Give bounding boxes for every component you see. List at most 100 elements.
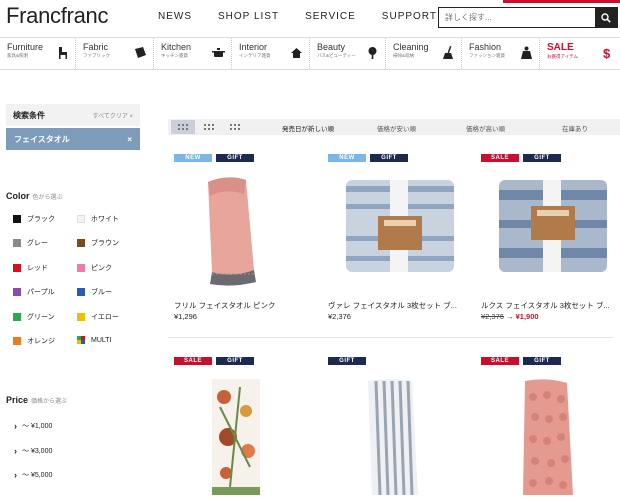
nav-shop-list[interactable]: SHOP LIST [218,11,279,22]
category-cleaning[interactable]: Cleaning 掃除&収納 [386,38,462,69]
search-button[interactable] [595,8,617,27]
product-image-towel-set [346,180,454,272]
color-swatch [13,337,21,345]
header-accent-bar [503,0,620,3]
color-swatch-label: グリーン [27,313,55,321]
product-image-frill-towel [208,177,256,286]
product-price: ¥1,296 [174,312,197,321]
mirror-icon [368,47,377,59]
nav-support[interactable]: SUPPORT [382,11,437,22]
sale-badge: SALE [481,357,519,365]
original-price: ¥2,376 [481,312,504,321]
grid-icon [178,124,188,130]
color-swatch-option[interactable]: グレー [13,238,48,248]
search-icon [601,12,611,23]
gift-badge: GIFT [523,154,561,162]
nav-service[interactable]: SERVICE [305,11,356,22]
new-badge: NEW [174,154,212,162]
color-swatch-label: レッド [27,264,48,272]
chevron-right-icon: › [14,421,17,431]
category-bar: Furniture 家具&照明 Fabric ファブリック Kitchen キッ… [0,37,620,70]
color-swatch-label: イエロー [91,313,119,321]
product-card[interactable]: GIFT [328,357,470,497]
product-name[interactable]: フリル フェイスタオル ピンク [174,300,275,311]
person-icon [521,46,532,59]
color-swatch-option[interactable]: ピンク [77,263,112,273]
remove-filter-icon[interactable]: × [127,135,132,144]
category-fashion[interactable]: Fashion ファッション雑貨 [462,38,540,69]
chair-icon [59,47,67,59]
price-option-label: ～ ¥3,000 [22,448,53,455]
sort-price-high[interactable]: 価格が高い順 [466,123,505,133]
color-swatch-option[interactable]: レッド [13,263,48,273]
product-badges: SALE GIFT [481,357,565,365]
color-swatch-option[interactable]: グリーン [13,312,55,322]
product-name[interactable]: ルクス フェイスタオル 3枚セット ブ... [481,300,610,311]
price-section-title: Price 価格から選ぶ [6,395,67,405]
dollar-icon: $ [603,46,611,59]
category-interior[interactable]: Interior インテリア雑貨 [232,38,310,69]
color-swatch-label: オレンジ [27,338,55,345]
color-swatch-option[interactable]: オレンジ [13,336,55,346]
color-swatch [77,336,85,344]
category-sale[interactable]: SALE お買得アイテム $ [540,38,620,69]
color-swatch-label: MULTI [91,336,112,344]
color-swatch-option[interactable]: イエロー [77,312,119,322]
color-swatch-option[interactable]: ブラック [13,214,55,224]
compact-view-toggle[interactable] [223,120,247,134]
product-badges: NEW GIFT [174,154,258,162]
color-swatch [13,215,21,223]
gift-badge: GIFT [216,154,254,162]
color-swatch [77,215,85,223]
sale-price: ¥1,900 [515,312,539,321]
color-swatch-label: ブラウン [91,240,119,248]
color-swatch-option[interactable]: ホワイト [77,214,119,224]
color-swatch [13,239,21,248]
francfranc-logo[interactable]: Francfranc [6,3,108,29]
product-card[interactable]: SALE GIFT [481,357,620,497]
sort-in-stock[interactable]: 在庫あり [562,123,588,133]
gift-badge: GIFT [328,357,366,365]
product-card[interactable]: SALE GIFT ルクス フェイスタオル 3枚セット ブ... ¥2,376 … [481,154,620,324]
product-card[interactable]: NEW GIFT フリル フェイスタオル ピンク ¥1,296 [174,154,316,324]
product-card[interactable]: NEW GIFT ヴァレ フェイスタオル 3枚セット ブ... ¥2,376 [328,154,470,324]
category-beauty[interactable]: Beauty バス&ビューティー [310,38,386,69]
color-swatch-option[interactable]: ブラウン [77,238,119,248]
grid-view-toggle[interactable] [171,120,195,134]
clear-all-link[interactable]: すべてクリア × [92,111,133,120]
color-swatch-option[interactable]: MULTI [77,336,111,344]
svg-text:$: $ [603,46,611,59]
active-filter-chip[interactable]: フェイスタオル × [6,128,140,150]
price-option[interactable]: › ～ ¥5,000 [14,470,52,480]
product-name[interactable]: ヴァレ フェイスタオル 3枚セット ブ... [328,300,457,311]
color-swatch-label: ブラック [27,216,55,223]
sort-price-low[interactable]: 価格が安い順 [377,123,416,133]
category-kitchen[interactable]: Kitchen キッチン雑貨 [154,38,232,69]
fabric-icon [135,47,146,58]
color-swatch-option[interactable]: パープル [13,287,55,297]
color-swatch [77,312,85,321]
color-swatch-option[interactable]: ブルー [77,287,112,297]
search-conditions-header: 検索条件 すべてクリア × [6,104,140,126]
color-swatch [77,288,85,297]
category-furniture[interactable]: Furniture 家具&照明 [0,38,76,69]
sort-newest[interactable]: 発売日が新しい順 [282,123,334,133]
color-swatch-label: パープル [27,289,55,297]
product-image-lux-towel-set [499,180,607,272]
house-icon [291,48,302,58]
category-fabric[interactable]: Fabric ファブリック [76,38,154,69]
nav-news[interactable]: NEWS [158,11,192,22]
price-option[interactable]: › ～ ¥3,000 [14,446,52,456]
price-option-label: ～ ¥1,000 [22,423,53,430]
price-option[interactable]: › ～ ¥1,000 [14,421,52,431]
price-subtitle: 価格から選ぶ [31,399,68,405]
list-view-toggle[interactable] [197,120,221,134]
color-swatch [77,263,85,272]
search-input[interactable] [439,8,595,27]
compact-icon [230,124,240,130]
new-badge: NEW [328,154,366,162]
product-badges: NEW GIFT [328,154,412,162]
product-price: ¥2,376 [328,312,351,321]
gift-badge: GIFT [370,154,408,162]
product-card[interactable]: SALE GIFT [174,357,316,497]
